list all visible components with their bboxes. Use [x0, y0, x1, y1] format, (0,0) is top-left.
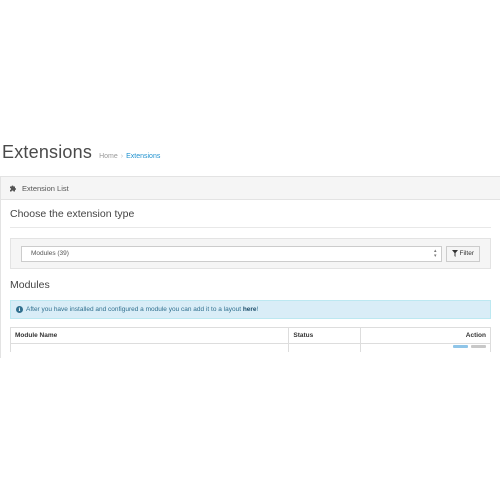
page-title: Extensions [2, 142, 93, 162]
breadcrumb: Home › Extensions [99, 145, 160, 169]
column-module-name[interactable]: Module Name [9, 327, 289, 344]
extension-list-panel: Extension List Choose the extension type… [0, 176, 500, 358]
filter-button[interactable]: Filter [445, 245, 480, 262]
filter-button-label: Filter [459, 250, 474, 257]
extension-type-select[interactable]: Modules (39) ▴ ▾ [21, 245, 442, 262]
alert-here-link[interactable]: here [243, 306, 257, 313]
column-action: Action [360, 327, 491, 344]
install-button[interactable] [453, 345, 468, 348]
page: Extensions Home › Extensions Extension L… [0, 0, 500, 500]
edit-button[interactable] [471, 345, 486, 348]
extension-type-title: Choose the extension type [10, 200, 491, 228]
select-arrows-icon: ▴ ▾ [434, 247, 437, 259]
modules-title: Modules [10, 279, 50, 291]
modules-table: Module Name Status Action [9, 327, 491, 352]
table-cell-status [288, 343, 361, 352]
column-status[interactable]: Status [288, 327, 361, 344]
panel-heading-label: Extension List [22, 183, 69, 193]
extension-type-select-value: Modules (39) [31, 250, 69, 257]
main-content: Extensions Home › Extensions Extension L… [0, 136, 500, 358]
info-icon: i [16, 306, 23, 313]
filter-well: Modules (39) ▴ ▾ Filter [10, 238, 491, 269]
panel-heading: Extension List [1, 177, 500, 200]
info-alert: i After you have installed and configure… [10, 300, 491, 319]
breadcrumb-home-link[interactable]: Home [99, 145, 118, 169]
breadcrumb-extensions-link[interactable]: Extensions [126, 145, 160, 169]
alert-text-before: After you have installed and configured … [26, 306, 243, 313]
table-header-row: Module Name Status Action [9, 327, 491, 344]
alert-text-after: ! [256, 306, 259, 313]
funnel-icon [451, 250, 458, 257]
alert-text: After you have installed and configured … [26, 306, 258, 313]
table-cell-action [360, 343, 491, 352]
table-cell-module-name [9, 343, 289, 352]
puzzle-icon [9, 184, 17, 192]
panel-body: Choose the extension type Modules (39) ▴… [1, 200, 500, 352]
table-row [9, 343, 491, 352]
page-header: Extensions Home › Extensions [0, 136, 500, 170]
breadcrumb-separator: › [120, 153, 124, 160]
